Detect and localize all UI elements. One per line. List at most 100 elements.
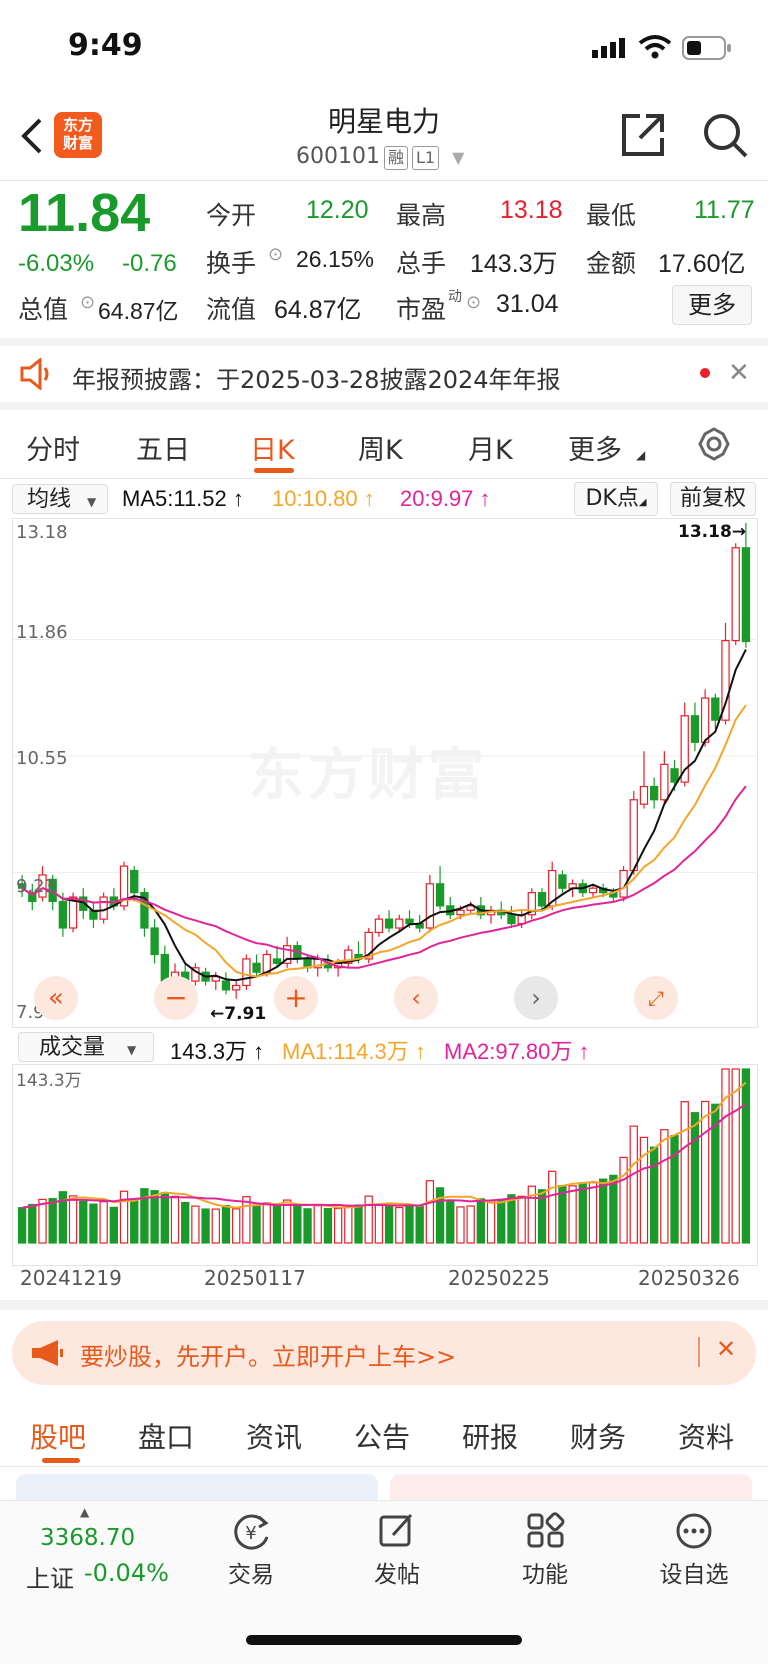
tab-weekly-k[interactable]: 周K [358,428,403,467]
info-icon[interactable]: ⊙ [466,292,481,313]
notice-text[interactable]: 年报预披露：于2025-03-28披露2024年年报 [72,360,561,395]
volume-bar [99,1201,108,1244]
pe-superscript: 动 [448,289,462,305]
volume-bar [28,1203,37,1244]
pe-value: 31.04 [496,290,559,318]
grid-icon [510,1511,580,1555]
open-account-banner[interactable]: 要炒股，先开户。立即开户上车>> ✕ [12,1321,756,1385]
close-icon[interactable]: ✕ [728,358,750,388]
search-icon[interactable] [702,112,748,162]
vol-ma2-legend: MA2:97.80万 ↑ [444,1039,590,1064]
ma10-legend: 10:10.80 ↑ [272,486,375,511]
volume-bar [181,1201,190,1244]
mktcap-label: 总值 [18,295,69,324]
adjust-button[interactable]: 前复权 [670,482,756,516]
volume-bar [303,1208,312,1244]
tab-research[interactable]: 研报 [462,1416,518,1456]
y-label: 10.55 [16,748,68,769]
volume-bar [384,1204,394,1244]
candle-body [252,962,261,973]
volume-bar [293,1205,302,1244]
tab-announcements[interactable]: 公告 [354,1416,410,1456]
index-value[interactable]: 3368.70 [40,1525,135,1551]
tab-daily-k[interactable]: 日K [250,428,295,467]
zoom-out-button[interactable]: − [154,976,198,1020]
megaphone-icon [30,1339,64,1371]
tab-monthly-k[interactable]: 月K [468,428,513,467]
volume-bar [680,1101,689,1244]
open-value: 12.20 [306,196,369,224]
fullscreen-button[interactable]: ⤢ [634,976,678,1020]
margin-tag: 融 [383,146,408,170]
float-label: 流值 [206,295,257,324]
candle-body [741,547,751,643]
status-time: 9:49 [68,28,143,63]
volume-bar [89,1203,98,1244]
tab-guba[interactable]: 股吧 [30,1416,86,1456]
volume-bar [150,1190,159,1244]
active-bottom-tab-indicator [42,1458,80,1463]
y-label: 11.86 [16,622,68,643]
tab-pankou[interactable]: 盘口 [138,1416,194,1456]
kline-watermark: 东方财富 [248,743,488,808]
ma5-legend: MA5:11.52 ↑ [122,486,244,511]
volume-bar [221,1204,231,1244]
caret-icon: ◢ [636,448,646,462]
candle-body [456,909,465,916]
volume-bar [68,1195,78,1244]
prev-button[interactable]: ‹ [394,976,438,1020]
volume-bar [395,1206,404,1244]
candle-body [629,799,638,872]
zoom-in-button[interactable]: + [274,976,318,1020]
more-button[interactable]: 更多 [672,285,752,325]
volume-bar [507,1194,516,1244]
high-marker: 13.18→ [678,522,747,542]
indicator-select[interactable]: 均线 ▼ [12,484,108,514]
candle-body [649,785,659,801]
candle-body [731,547,740,642]
wifi-icon [638,34,672,64]
low-label: 最低 [586,201,637,230]
volume-chart[interactable] [12,1064,758,1266]
trade-nav-item[interactable]: ¥ 交易 [216,1511,286,1589]
volume-bar [588,1182,598,1244]
volume-indicator-select[interactable]: 成交量 ▼ [18,1032,154,1062]
volume-bar [660,1129,669,1244]
low-value: 11.77 [694,196,755,224]
close-icon[interactable]: ✕ [716,1335,736,1363]
share-icon[interactable] [620,112,666,162]
index-name[interactable]: 上证 [26,1559,74,1594]
turnover-value: 26.15% [296,246,375,272]
stock-code-row[interactable]: 600101 融 L1 ▼ [296,144,464,170]
candle-body [558,874,567,889]
volume-bar [609,1174,618,1244]
function-nav-item[interactable]: 功能 [510,1511,580,1589]
tab-news[interactable]: 资讯 [246,1416,302,1456]
dk-point-button[interactable]: DK点◢ [574,482,658,516]
ma20-legend: 20:9.97 ↑ [400,486,491,511]
volume-bar [568,1185,577,1244]
tab-more[interactable]: 更多 [568,428,622,467]
info-icon[interactable]: ⊙ [80,292,95,313]
index-change[interactable]: -0.04% [84,1559,169,1587]
next-button[interactable]: › [514,976,558,1020]
info-icon[interactable]: ⊙ [268,244,283,265]
date-label: 20250225 [448,1266,550,1290]
settings-icon[interactable] [696,426,732,466]
signal-icon [592,38,626,58]
level-tag: L1 [412,146,440,170]
y-label: 9.23 [16,876,57,897]
volume-bar [548,1170,557,1244]
caret-icon: ◢ [638,497,647,508]
volume-bar [415,1205,424,1244]
tab-five-day[interactable]: 五日 [136,428,190,467]
watchlist-nav-item[interactable]: 设自选 [654,1511,734,1589]
volume-bar [670,1135,679,1244]
rewind-button[interactable]: « [34,976,78,1020]
tab-profile[interactable]: 资料 [678,1416,734,1456]
tab-intraday[interactable]: 分时 [26,428,80,467]
volume-bar [201,1208,210,1244]
candle-body [588,887,598,894]
post-nav-item[interactable]: 发帖 [362,1511,432,1589]
tab-finance[interactable]: 财务 [570,1416,626,1456]
